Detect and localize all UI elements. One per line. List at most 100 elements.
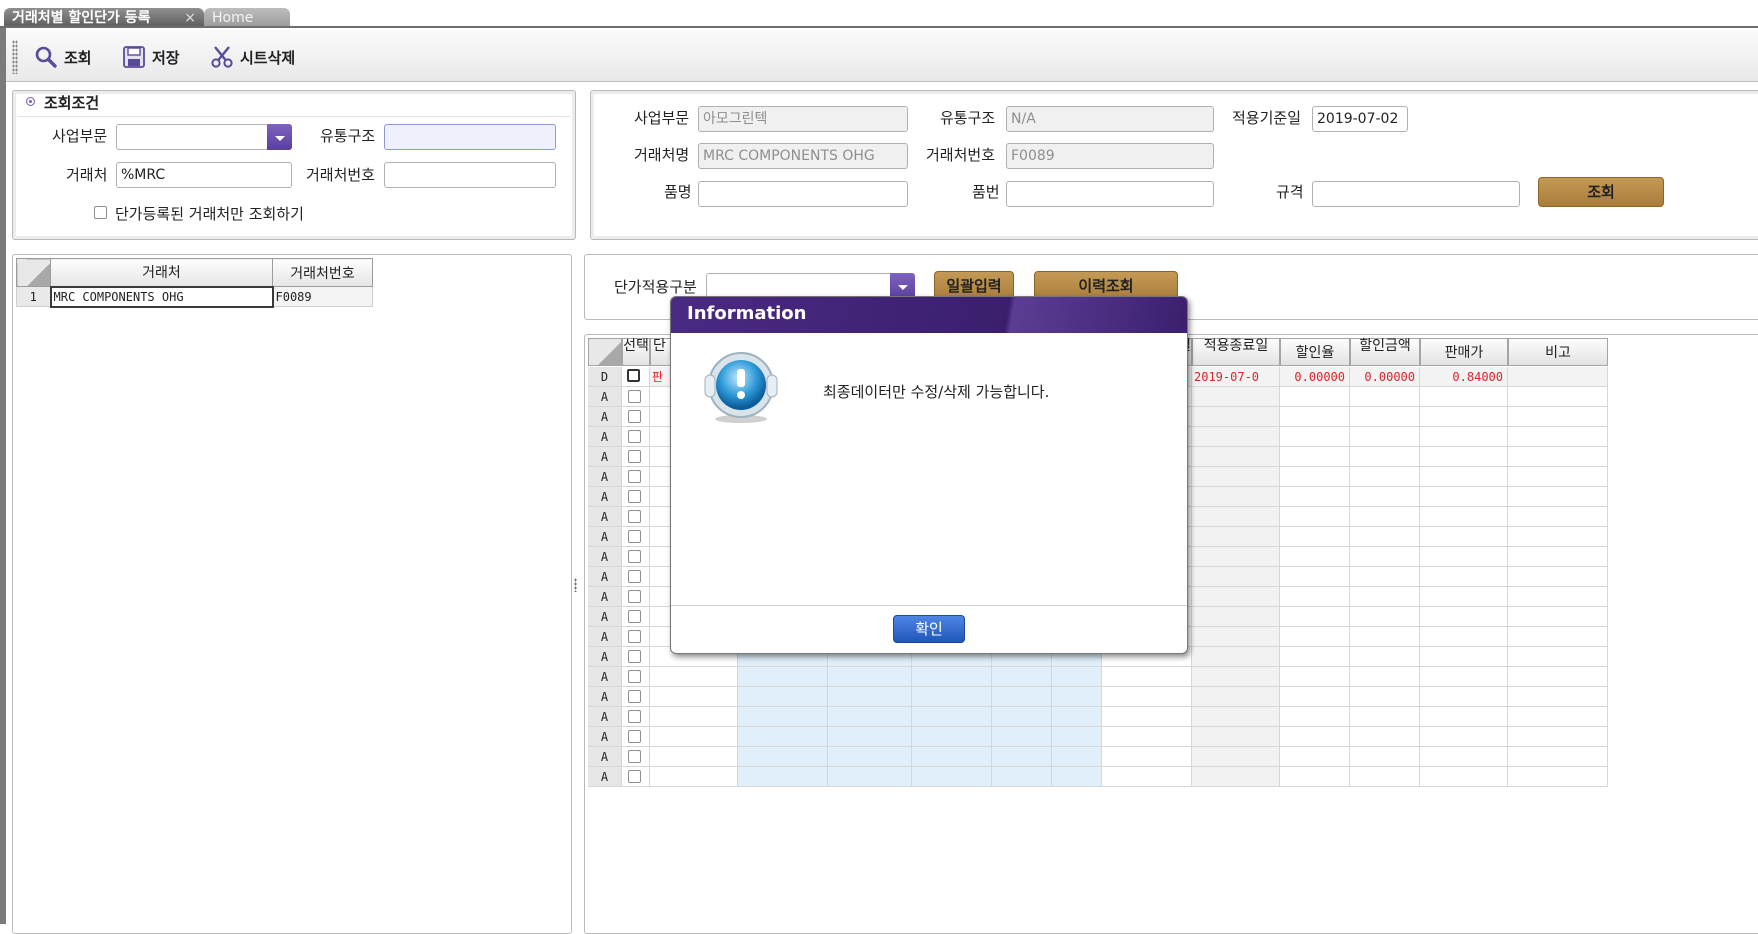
row-checkbox[interactable] (628, 630, 641, 643)
channel-input[interactable] (384, 124, 556, 150)
grid-cell[interactable] (1350, 747, 1420, 767)
row-checkbox[interactable] (628, 450, 641, 463)
grid-cell[interactable] (1508, 447, 1608, 467)
grid-cell[interactable] (650, 687, 738, 707)
grid-cell[interactable] (1350, 467, 1420, 487)
row-checkbox[interactable] (628, 530, 641, 543)
grid-cell[interactable] (1420, 587, 1508, 607)
grid-cell[interactable] (1192, 667, 1280, 687)
row-checkbox[interactable] (628, 770, 641, 783)
select-cell[interactable] (622, 447, 650, 467)
grid-cell[interactable] (1420, 727, 1508, 747)
grid-cell[interactable] (1192, 727, 1280, 747)
grid-cell[interactable] (1420, 567, 1508, 587)
select-cell[interactable] (622, 707, 650, 727)
grid-corner[interactable] (588, 338, 622, 366)
vendor-input[interactable]: %MRC (116, 162, 292, 188)
grid-cell[interactable] (650, 707, 738, 727)
row-checkbox[interactable] (628, 610, 641, 623)
grid-cell[interactable] (1280, 487, 1350, 507)
grid-cell[interactable] (1192, 627, 1280, 647)
discount-rate-col-header[interactable]: 할인율 (1280, 338, 1350, 366)
select-col-header[interactable]: 선택 (622, 338, 650, 366)
grid-cell[interactable] (912, 767, 992, 787)
grid-cell[interactable] (1508, 367, 1608, 387)
grid-cell[interactable] (1350, 707, 1420, 727)
grid-cell[interactable] (1420, 427, 1508, 447)
row-checkbox[interactable] (628, 690, 641, 703)
select-cell[interactable] (622, 767, 650, 787)
select-cell[interactable] (622, 647, 650, 667)
select-cell[interactable] (622, 607, 650, 627)
grid-cell[interactable] (1420, 707, 1508, 727)
grid-cell[interactable] (1508, 707, 1608, 727)
select-cell[interactable] (622, 467, 650, 487)
grid-cell[interactable] (1350, 407, 1420, 427)
grid-cell[interactable] (1102, 727, 1192, 747)
grid-cell[interactable] (1280, 407, 1350, 427)
grid-cell[interactable] (738, 707, 828, 727)
grid-cell[interactable] (1102, 707, 1192, 727)
select-cell[interactable] (622, 427, 650, 447)
grid-cell[interactable] (1192, 687, 1280, 707)
grid-cell[interactable] (1192, 467, 1280, 487)
grid-cell[interactable] (1280, 507, 1350, 527)
grid-cell[interactable] (1280, 767, 1350, 787)
grid-cell[interactable] (912, 707, 992, 727)
vendor-no-col-header[interactable]: 거래처번호 (272, 258, 373, 287)
detail-division-field[interactable]: 아모그린텍 (698, 106, 908, 132)
save-button[interactable]: 저장 (122, 44, 180, 70)
base-date-input[interactable]: 2019-07-02 (1312, 106, 1408, 132)
grid-cell[interactable] (1280, 607, 1350, 627)
grid-cell[interactable] (828, 747, 912, 767)
select-cell[interactable] (622, 567, 650, 587)
item-name-input[interactable] (698, 181, 908, 207)
grid-cell[interactable] (912, 727, 992, 747)
grid-cell[interactable] (1420, 387, 1508, 407)
row-checkbox[interactable] (628, 590, 641, 603)
grid-cell[interactable] (1192, 527, 1280, 547)
grid-cell[interactable] (1052, 707, 1102, 727)
grid-cell[interactable] (1508, 467, 1608, 487)
grid-cell[interactable] (1192, 387, 1280, 407)
row-checkbox[interactable] (628, 730, 641, 743)
row-checkbox[interactable] (628, 570, 641, 583)
vendor-no-input[interactable] (384, 162, 556, 188)
grid-cell[interactable] (650, 747, 738, 767)
vendor-name-cell[interactable]: MRC COMPONENTS OHG (49, 285, 274, 308)
grid-cell[interactable] (1052, 727, 1102, 747)
vendor-col-header[interactable]: 거래처 (50, 258, 273, 287)
grid-cell[interactable] (1280, 427, 1350, 447)
row-checkbox[interactable] (628, 650, 641, 663)
grid-cell[interactable] (1420, 607, 1508, 627)
select-cell[interactable] (622, 507, 650, 527)
row-checkbox[interactable] (628, 490, 641, 503)
grid-cell[interactable] (738, 727, 828, 747)
row-checkbox[interactable] (628, 750, 641, 763)
table-row[interactable]: 1 MRC COMPONENTS OHG F0089 (16, 285, 373, 308)
grid-cell[interactable] (1508, 767, 1608, 787)
grid-cell[interactable] (1280, 567, 1350, 587)
grid-cell[interactable] (1508, 607, 1608, 627)
grid-cell[interactable] (992, 747, 1052, 767)
grid-cell[interactable] (828, 667, 912, 687)
grid-cell[interactable] (1420, 447, 1508, 467)
grid-cell[interactable] (1192, 707, 1280, 727)
end-date-cell[interactable]: 2019-07-0 (1192, 367, 1280, 387)
discount-amount-cell[interactable]: 0.00000 (1350, 367, 1420, 387)
grid-cell[interactable] (1280, 687, 1350, 707)
grid-cell[interactable] (1102, 667, 1192, 687)
item-no-input[interactable] (1006, 181, 1214, 207)
row-checkbox[interactable] (628, 710, 641, 723)
grid-cell[interactable] (738, 687, 828, 707)
select-cell[interactable] (622, 727, 650, 747)
end-date-col-header[interactable]: 적용종료일 (1192, 338, 1280, 366)
sale-price-col-header[interactable]: 판매가 (1420, 338, 1508, 366)
grid-cell[interactable] (1192, 567, 1280, 587)
grid-cell[interactable] (992, 687, 1052, 707)
spec-input[interactable] (1312, 181, 1520, 207)
grid-cell[interactable] (1280, 387, 1350, 407)
grid-cell[interactable] (828, 687, 912, 707)
grid-cell[interactable] (1508, 547, 1608, 567)
grid-cell[interactable] (1508, 507, 1608, 527)
